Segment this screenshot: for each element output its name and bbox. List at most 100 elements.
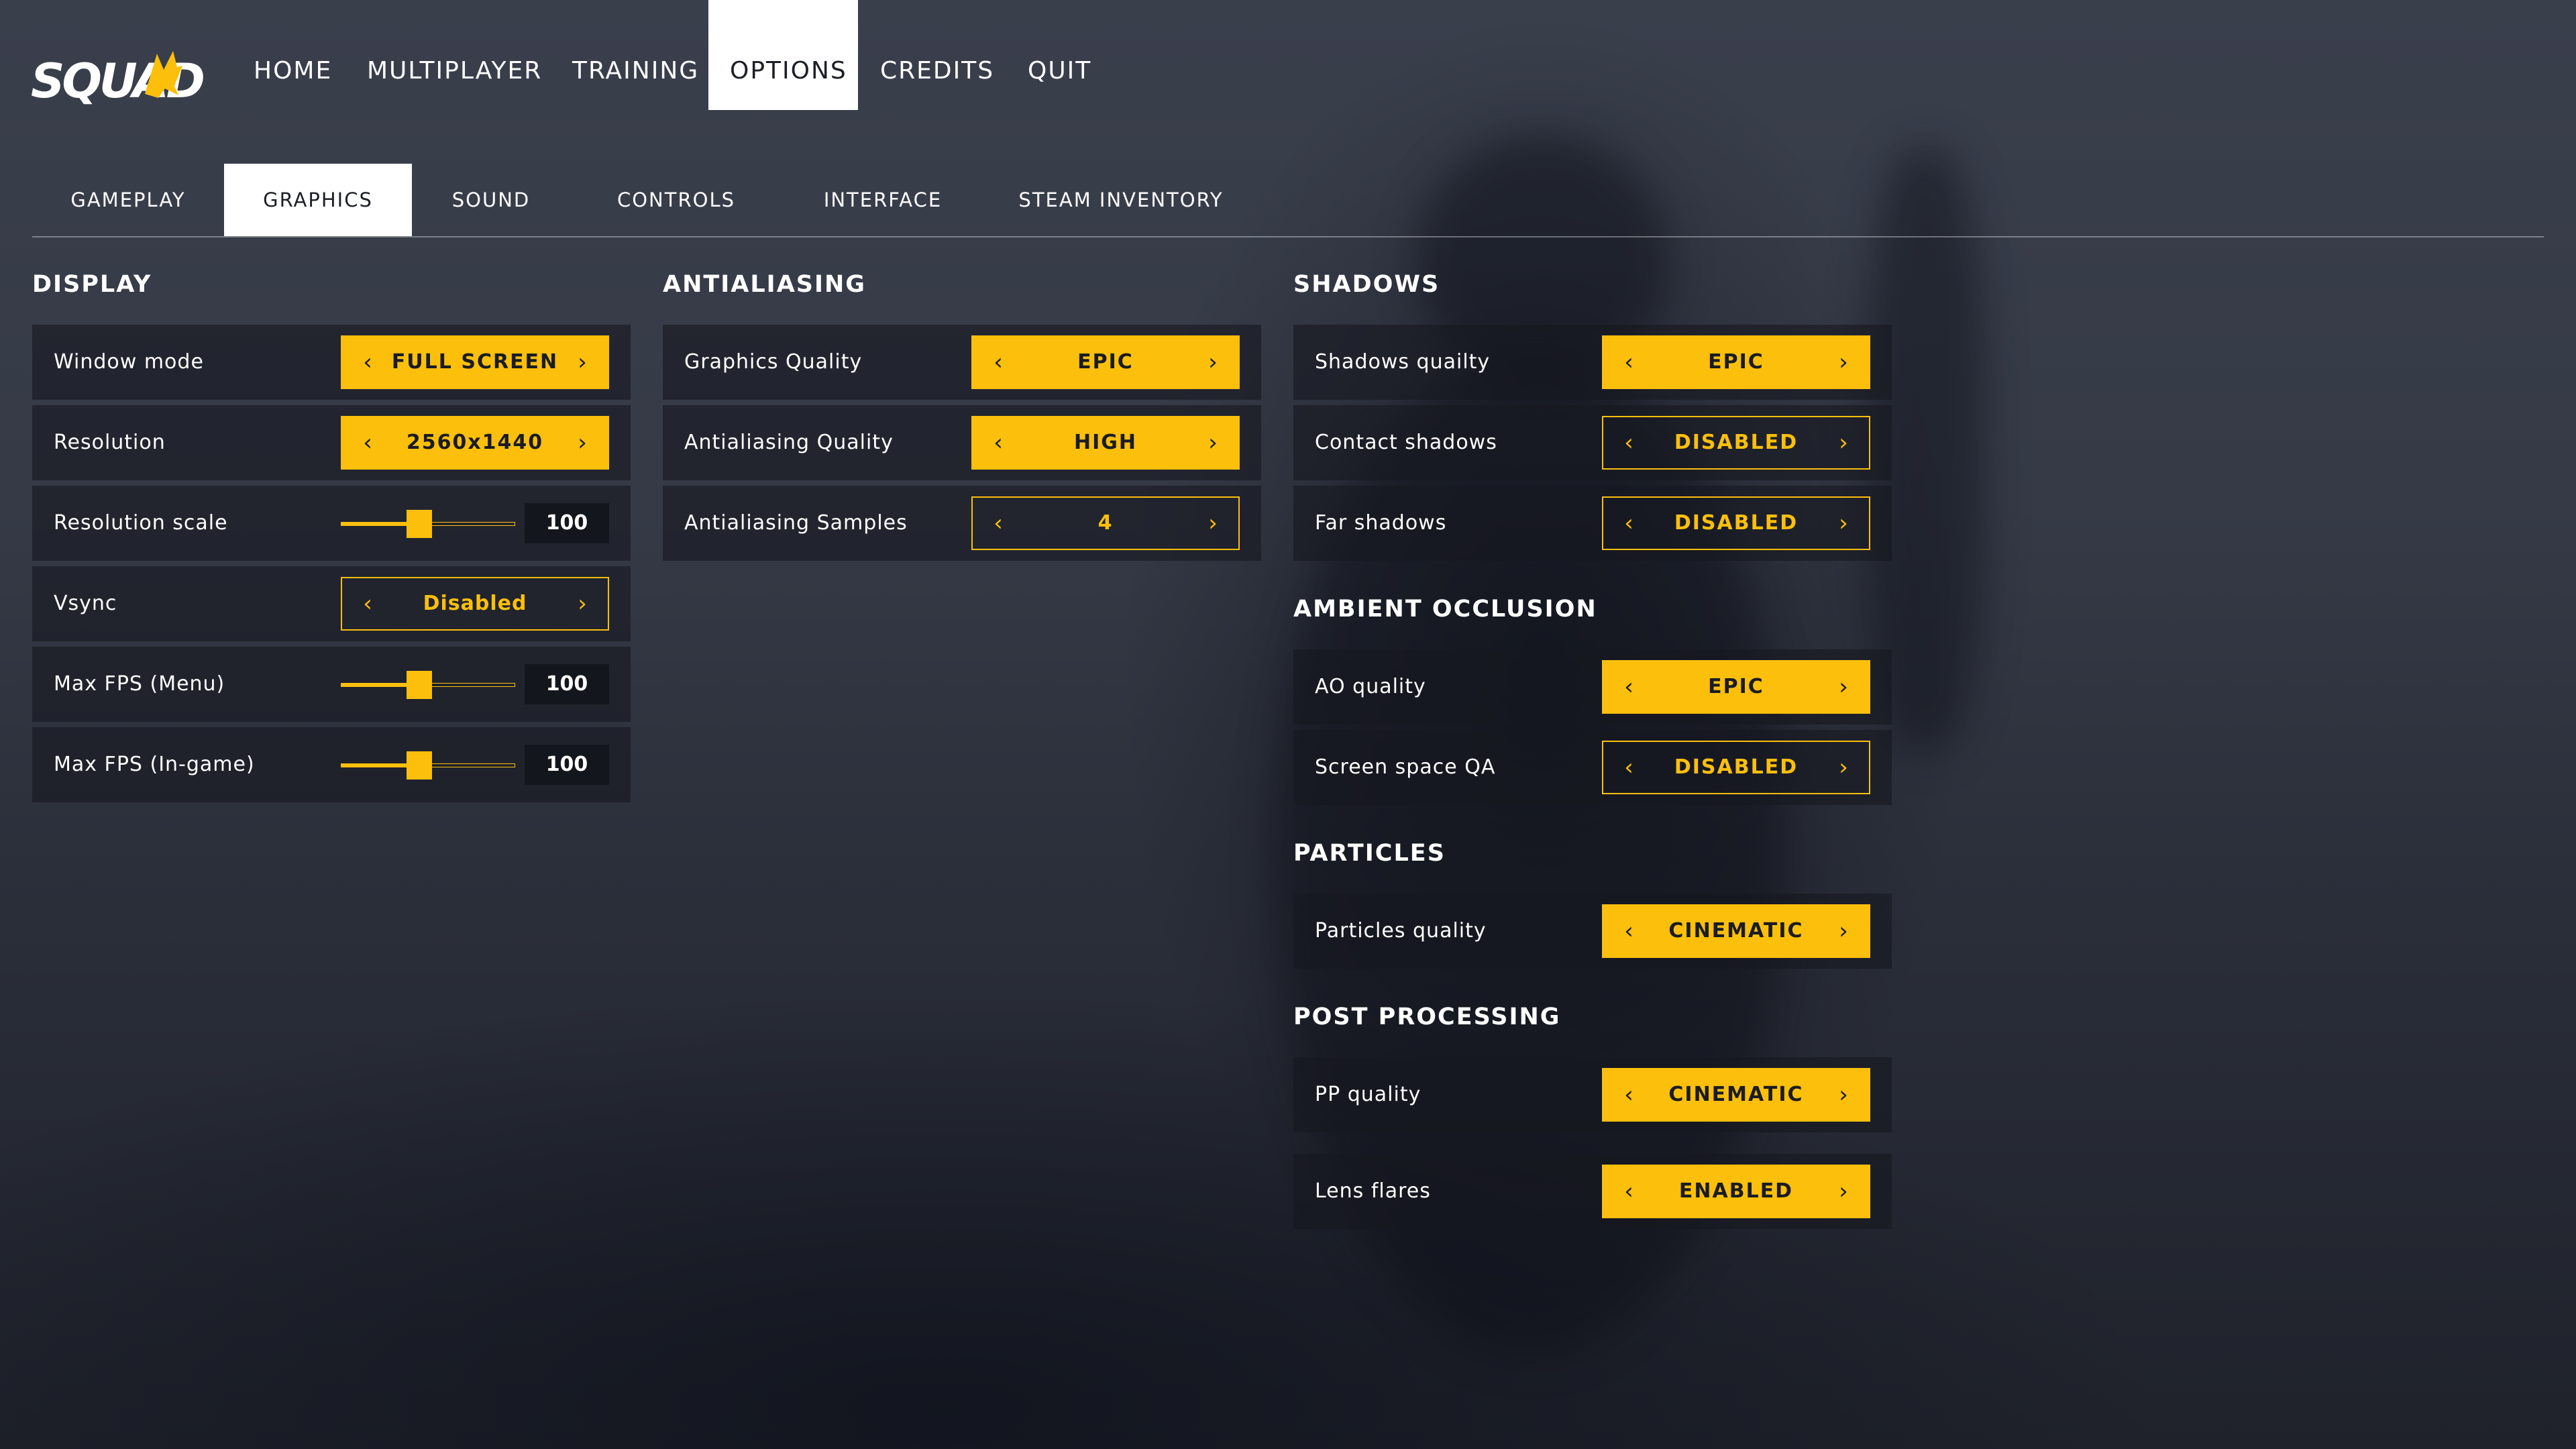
chevron-right-icon[interactable]: ›: [1823, 337, 1864, 388]
tab-gameplay[interactable]: GAMEPLAY: [32, 164, 224, 236]
ao-quality-selector[interactable]: ‹ EPIC ›: [1602, 660, 1870, 714]
setting-label: Window mode: [54, 350, 204, 374]
chevron-right-icon[interactable]: ›: [1193, 337, 1233, 388]
setting-label: Max FPS (Menu): [54, 672, 225, 696]
nav-options[interactable]: OPTIONS: [708, 0, 858, 110]
logo-emblem-icon: [145, 51, 182, 98]
setting-label: Vsync: [54, 592, 117, 615]
slider-thumb[interactable]: [407, 671, 432, 699]
chevron-left-icon[interactable]: ‹: [978, 417, 1018, 468]
chevron-right-icon[interactable]: ›: [1823, 1166, 1864, 1217]
tab-graphics[interactable]: GRAPHICS: [224, 164, 412, 236]
aa-quality-selector[interactable]: ‹ HIGH ›: [971, 416, 1240, 470]
max-fps-menu-value[interactable]: 100: [525, 664, 609, 704]
main-nav: SQUAD HOME MULTIPLAYER TRAINING OPTIONS …: [0, 0, 2576, 110]
chevron-left-icon[interactable]: ‹: [1609, 1166, 1649, 1217]
chevron-left-icon[interactable]: ‹: [1609, 661, 1649, 712]
lens-flares-row: Lens flares ‹ ENABLED ›: [1293, 1154, 1892, 1229]
chevron-left-icon[interactable]: ‹: [978, 498, 1018, 549]
resolution-scale-value[interactable]: 100: [525, 503, 609, 543]
far-shadows-selector[interactable]: ‹ DISABLED ›: [1602, 496, 1870, 550]
setting-label: Graphics Quality: [684, 350, 863, 374]
ssao-selector[interactable]: ‹ DISABLED ›: [1602, 741, 1870, 794]
setting-label: Antialiasing Quality: [684, 431, 894, 454]
chevron-left-icon[interactable]: ‹: [1609, 417, 1649, 468]
pp-quality-selector[interactable]: ‹ CINEMATIC ›: [1602, 1068, 1870, 1122]
window-mode-selector[interactable]: ‹ FULL SCREEN ›: [341, 335, 609, 389]
graphics-quality-row: Graphics Quality ‹ EPIC ›: [663, 325, 1261, 400]
setting-label: Shadows quailty: [1315, 350, 1491, 374]
selector-value: 4: [1097, 511, 1114, 535]
chevron-left-icon[interactable]: ‹: [1609, 498, 1649, 549]
chevron-right-icon[interactable]: ›: [1823, 742, 1864, 793]
resolution-row: Resolution ‹ 2560x1440 ›: [32, 405, 631, 480]
selector-value: HIGH: [1073, 431, 1137, 454]
chevron-left-icon[interactable]: ‹: [1609, 337, 1649, 388]
aa-samples-row: Antialiasing Samples ‹ 4 ›: [663, 486, 1261, 561]
chevron-right-icon[interactable]: ›: [1823, 417, 1864, 468]
lens-flares-selector[interactable]: ‹ ENABLED ›: [1602, 1165, 1870, 1218]
nav-home[interactable]: HOME: [232, 0, 354, 110]
tab-sound[interactable]: SOUND: [412, 164, 570, 236]
chevron-right-icon[interactable]: ›: [1193, 417, 1233, 468]
tab-controls[interactable]: CONTROLS: [570, 164, 782, 236]
aa-samples-selector[interactable]: ‹ 4 ›: [971, 496, 1240, 550]
chevron-right-icon[interactable]: ›: [1823, 1069, 1864, 1120]
post-processing-heading: POST PROCESSING: [1293, 1004, 1561, 1030]
nav-quit[interactable]: QUIT: [1006, 0, 1113, 110]
nav-multiplayer[interactable]: MULTIPLAYER: [345, 0, 564, 110]
graphics-quality-selector[interactable]: ‹ EPIC ›: [971, 335, 1240, 389]
max-fps-menu-slider[interactable]: [341, 647, 515, 722]
nav-training[interactable]: TRAINING: [551, 0, 720, 110]
ssao-row: Screen space QA ‹ DISABLED ›: [1293, 730, 1892, 805]
antialiasing-heading: ANTIALIASING: [663, 271, 867, 298]
slider-thumb[interactable]: [407, 751, 432, 780]
chevron-right-icon[interactable]: ›: [562, 417, 602, 468]
chevron-right-icon[interactable]: ›: [1823, 906, 1864, 957]
selector-value: EPIC: [1708, 675, 1764, 698]
display-heading: DISPLAY: [32, 271, 152, 298]
nav-credits[interactable]: CREDITS: [859, 0, 1016, 110]
selector-value: EPIC: [1077, 350, 1134, 374]
max-fps-ingame-slider[interactable]: [341, 727, 515, 802]
chevron-left-icon[interactable]: ‹: [1609, 906, 1649, 957]
chevron-left-icon[interactable]: ‹: [347, 417, 388, 468]
setting-label: Particles quality: [1315, 919, 1487, 943]
vsync-selector[interactable]: ‹ Disabled ›: [341, 577, 609, 631]
max-fps-ingame-value[interactable]: 100: [525, 745, 609, 785]
setting-label: Lens flares: [1315, 1179, 1431, 1203]
chevron-right-icon[interactable]: ›: [1823, 661, 1864, 712]
squad-logo[interactable]: SQUAD: [31, 42, 205, 115]
resolution-scale-slider[interactable]: [341, 486, 515, 561]
chevron-left-icon[interactable]: ‹: [347, 337, 388, 388]
chevron-right-icon[interactable]: ›: [562, 578, 602, 629]
shadows-quality-row: Shadows quailty ‹ EPIC ›: [1293, 325, 1892, 400]
resolution-selector[interactable]: ‹ 2560x1440 ›: [341, 416, 609, 470]
shadows-quality-selector[interactable]: ‹ EPIC ›: [1602, 335, 1870, 389]
tab-interface[interactable]: INTERFACE: [782, 164, 983, 236]
selector-value: DISABLED: [1674, 511, 1799, 535]
resolution-scale-row: Resolution scale 100: [32, 486, 631, 561]
setting-label: Contact shadows: [1315, 431, 1497, 454]
chevron-left-icon[interactable]: ‹: [1609, 1069, 1649, 1120]
contact-shadows-selector[interactable]: ‹ DISABLED ›: [1602, 416, 1870, 470]
chevron-right-icon[interactable]: ›: [1193, 498, 1233, 549]
shadows-heading: SHADOWS: [1293, 271, 1440, 298]
setting-label: AO quality: [1315, 675, 1426, 698]
selector-value: CINEMATIC: [1668, 919, 1804, 943]
max-fps-ingame-row: Max FPS (In-game) 100: [32, 727, 631, 802]
particles-quality-selector[interactable]: ‹ CINEMATIC ›: [1602, 904, 1870, 958]
particles-heading: PARTICLES: [1293, 840, 1446, 867]
chevron-left-icon[interactable]: ‹: [978, 337, 1018, 388]
chevron-right-icon[interactable]: ›: [1823, 498, 1864, 549]
setting-label: Max FPS (In-game): [54, 753, 255, 776]
tab-steam-inventory[interactable]: STEAM INVENTORY: [983, 164, 1258, 236]
setting-label: Antialiasing Samples: [684, 511, 908, 535]
setting-label: Resolution: [54, 431, 166, 454]
chevron-left-icon[interactable]: ‹: [347, 578, 388, 629]
options-tabs: GAMEPLAY GRAPHICS SOUND CONTROLS INTERFA…: [32, 164, 2544, 237]
chevron-right-icon[interactable]: ›: [562, 337, 602, 388]
selector-value: 2560x1440: [406, 431, 544, 454]
slider-thumb[interactable]: [407, 510, 432, 538]
chevron-left-icon[interactable]: ‹: [1609, 742, 1649, 793]
